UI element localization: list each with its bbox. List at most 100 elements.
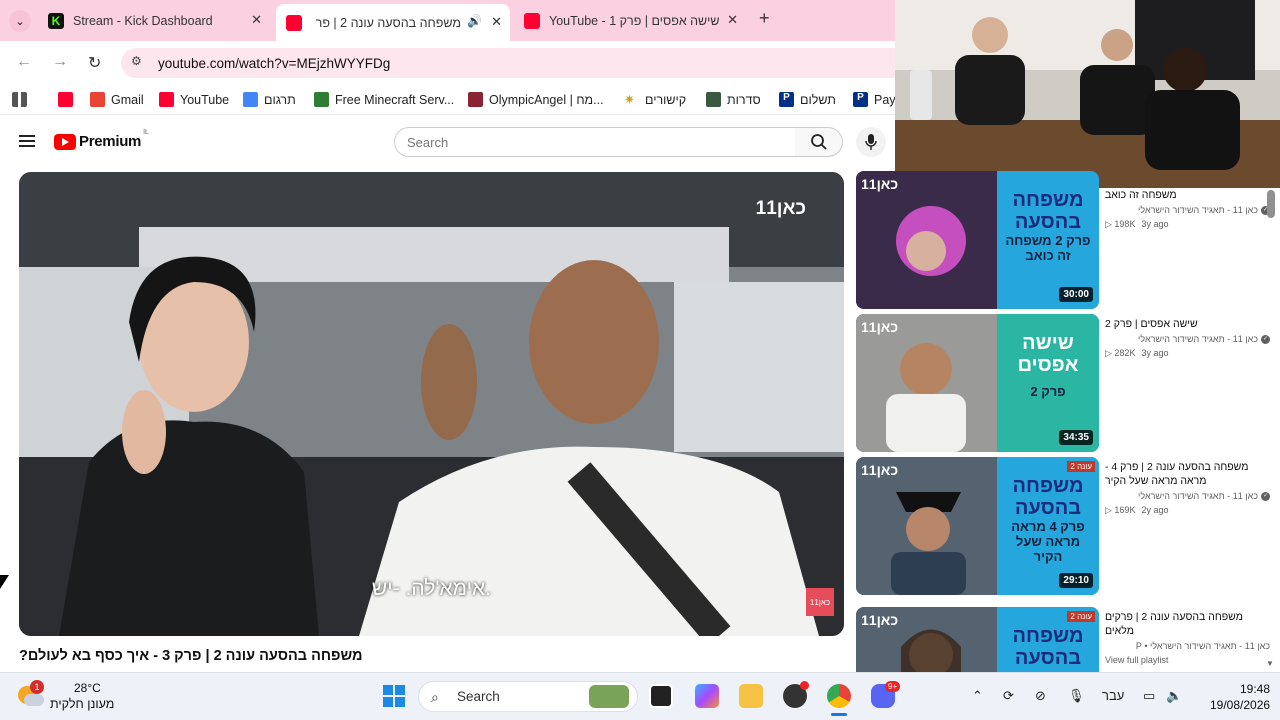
related-channel[interactable]: ✓ כאן 11 - תאגיד השידור הישראלי: [1105, 491, 1270, 501]
poster-title: משפחה בהסעה: [1012, 189, 1084, 233]
verified-icon: ✓: [1261, 491, 1270, 501]
channel-watermark: כאן11: [861, 462, 899, 478]
mouse-cursor: [0, 575, 9, 589]
related-title[interactable]: משפחה בהסעה עונה 2 | פרק 4 - מראה מראה ש…: [1105, 460, 1270, 488]
playlist-thumbnail[interactable]: משפחה בהסעה כאן11 עונה 2: [856, 607, 1099, 672]
taskbar-search[interactable]: ⌕ Search: [418, 681, 638, 712]
bookmark-youtube-icon[interactable]: [58, 92, 79, 107]
related-title[interactable]: שישה אפסים | פרק 2: [1105, 317, 1270, 331]
file-explorer-icon[interactable]: [739, 684, 763, 708]
video-thumbnail[interactable]: שישה אפסים פרק 2 כאן11 34:35: [856, 314, 1099, 452]
channel-watermark: כאן11: [755, 198, 806, 219]
poster-title: שישה אפסים: [1017, 332, 1079, 376]
task-view-icon[interactable]: [649, 684, 673, 708]
back-icon[interactable]: ←: [16, 53, 32, 71]
microphone-icon: [865, 134, 877, 150]
site-info-icon[interactable]: ⚙: [131, 54, 149, 72]
microphone-icon[interactable]: 🎙: [1068, 688, 1085, 704]
voice-search-button[interactable]: [856, 127, 886, 157]
related-playlist[interactable]: משפחה בהסעה כאן11 עונה 2 משפחה בהסעה עונ…: [856, 607, 1276, 672]
related-title[interactable]: משפחה זה כואב: [1105, 188, 1270, 202]
copilot-icon[interactable]: [695, 684, 719, 708]
new-tab-button[interactable]: +: [759, 8, 770, 29]
search-label: Search: [457, 689, 500, 704]
bookmark-links[interactable]: ✷ קישורים: [624, 92, 686, 107]
view-count: 198K: [1114, 219, 1136, 229]
video-thumbnail[interactable]: משפחה בהסעה פרק 2 משפחה זה כואב כאן11 30…: [856, 171, 1099, 309]
start-icon[interactable]: [383, 685, 405, 707]
volume-icon[interactable]: 🔈: [1166, 688, 1182, 704]
display-icon[interactable]: ▭: [1143, 688, 1155, 704]
upload-age: 3y ago: [1141, 219, 1169, 229]
temperature: 28°C: [74, 681, 101, 695]
bookmark-olympicangel[interactable]: OlympicAngel | מח...: [468, 92, 604, 107]
reload-icon[interactable]: ↻: [88, 53, 101, 73]
tab-search-button[interactable]: ⌄: [9, 10, 31, 32]
close-icon[interactable]: ✕: [251, 12, 262, 28]
youtube-icon: [524, 12, 540, 29]
view-full-playlist-link[interactable]: View full playlist: [1105, 655, 1270, 665]
video-player[interactable]: כאן11 אימא'לה. -יש. כאן11: [19, 172, 844, 636]
menu-icon[interactable]: [19, 135, 35, 147]
season-badge: עונה 2: [1067, 611, 1095, 622]
bookmark-gmail[interactable]: Gmail: [90, 92, 144, 107]
bookmark-series[interactable]: סדרות: [706, 92, 761, 107]
address-bar[interactable]: ⚙ youtube.com/watch?v=MEjzhWYYFDg: [121, 48, 911, 78]
speaker-icon[interactable]: 🔊: [467, 14, 482, 28]
apps-icon[interactable]: [12, 92, 33, 107]
poster-subtitle: פרק 2 משפחה זה כואב: [1005, 233, 1091, 263]
clock[interactable]: 19:48 19/08/2026: [1210, 681, 1270, 713]
video-title: משפחה בהסעה עונה 2 | פרק 3 - איך כסף בא …: [19, 648, 363, 664]
channel-corner-badge[interactable]: כאן11: [806, 588, 834, 616]
bookmark-label: YouTube: [180, 92, 230, 107]
poster-subtitle: פרק 2: [1030, 384, 1066, 399]
search-button[interactable]: [795, 127, 843, 157]
forward-icon[interactable]: →: [52, 53, 68, 71]
related-title[interactable]: משפחה בהסעה עונה 2 | פרקים מלאים: [1105, 610, 1270, 638]
bookmark-youtube[interactable]: YouTube: [159, 92, 229, 107]
bookmark-label: OlympicAngel | מח...: [489, 92, 604, 107]
network-off-icon[interactable]: ⊘: [1035, 688, 1046, 704]
youtube-icon: [159, 92, 174, 107]
bookmark-payment[interactable]: P תשלום: [779, 92, 836, 107]
duration-badge: 30:00: [1059, 287, 1093, 302]
search-highlight-icon: [589, 685, 629, 708]
related-channel[interactable]: ✓ כאן 11 - תאגיד השידור הישראלי: [1105, 334, 1270, 344]
avatar-icon: [468, 92, 483, 107]
chrome-icon[interactable]: [827, 684, 851, 708]
search-input[interactable]: Search: [394, 127, 796, 157]
scrollbar-thumb[interactable]: [1267, 190, 1275, 218]
gmail-icon: [90, 92, 105, 107]
time: 19:48: [1239, 682, 1270, 696]
notification-badge: 1: [30, 680, 44, 694]
bookmark-minecraft[interactable]: Free Minecraft Serv...: [314, 92, 454, 107]
related-channel[interactable]: כאן 11 - תאגיד השידור הישראלי • P: [1105, 641, 1270, 651]
bookmark-paypal[interactable]: P Payl: [853, 92, 898, 107]
channel-name: כאן 11 - תאגיד השידור הישראלי: [1138, 491, 1258, 501]
video-thumbnail[interactable]: משפחה בהסעה פרק 4 מראה מראה שעל הקיר כאן…: [856, 457, 1099, 595]
view-count: 169K: [1114, 505, 1136, 515]
related-video[interactable]: משפחה בהסעה פרק 2 משפחה זה כואב כאן11 30…: [856, 171, 1276, 309]
tab-youtube-2[interactable]: YouTube - 1 שישה אפסים | פרק ✕: [514, 6, 746, 35]
bookmark-translate[interactable]: תרגום: [243, 92, 296, 107]
logo-text: Premium: [79, 133, 142, 150]
sync-icon[interactable]: ⟳: [1003, 688, 1014, 704]
tab-kick[interactable]: K Stream - Kick Dashboard ✕: [38, 6, 270, 35]
tab-youtube-active[interactable]: משפחה בהסעה עונה 2 | פר 🔊 ✕: [276, 4, 510, 41]
close-icon[interactable]: ✕: [727, 12, 738, 28]
scroll-down-arrow[interactable]: ▼: [1266, 659, 1274, 668]
youtube-premium-logo[interactable]: Premium IL: [54, 129, 149, 150]
chevron-up-icon[interactable]: ⌃: [972, 688, 983, 704]
search-icon: [810, 134, 827, 150]
youtube-logo-icon: [54, 133, 76, 150]
paypal-icon: P: [853, 92, 868, 107]
search-icon: ⌕: [431, 689, 439, 705]
related-video[interactable]: שישה אפסים פרק 2 כאן11 34:35 שישה אפסים …: [856, 314, 1276, 452]
language-indicator[interactable]: עבר: [1102, 688, 1124, 703]
related-video[interactable]: משפחה בהסעה פרק 4 מראה מראה שעל הקיר כאן…: [856, 457, 1276, 595]
region-code: IL: [143, 129, 149, 136]
poster-title: משפחה בהסעה: [1012, 475, 1084, 519]
close-icon[interactable]: ✕: [491, 14, 502, 30]
related-channel[interactable]: ✓ כאן 11 - תאגיד השידור הישראלי: [1105, 205, 1270, 215]
webcam-overlay: [895, 0, 1280, 188]
